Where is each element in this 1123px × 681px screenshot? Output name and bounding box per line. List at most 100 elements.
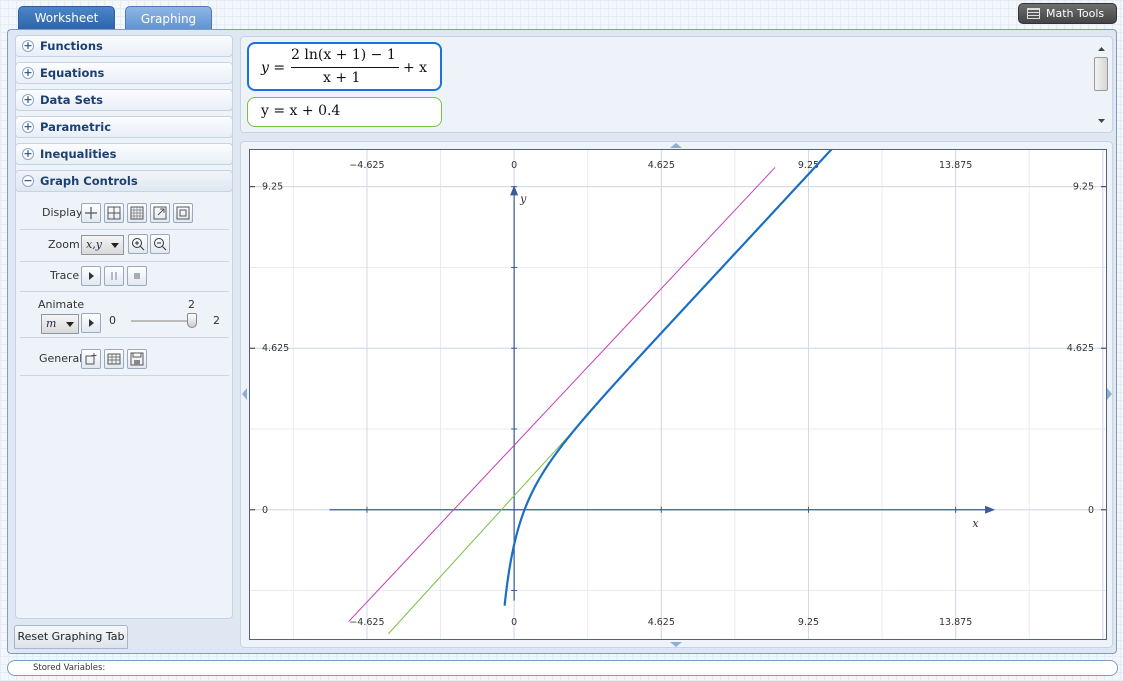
y-tick-label-right: 0 bbox=[1088, 505, 1094, 516]
display-fit-button[interactable] bbox=[173, 203, 193, 223]
section-label: Inequalities bbox=[40, 147, 117, 161]
display-grid-button[interactable] bbox=[104, 203, 124, 223]
fit-window-icon bbox=[176, 206, 190, 220]
x-axis-label: x bbox=[972, 517, 979, 530]
collapse-left-icon[interactable] bbox=[241, 387, 248, 401]
y-axis-label: y bbox=[519, 192, 527, 205]
animate-variable-value: m bbox=[46, 317, 57, 330]
sidebar-section-equations[interactable]: + Equations bbox=[15, 62, 233, 84]
formula-scrollbar[interactable] bbox=[1094, 40, 1109, 128]
graph-canvas[interactable]: x y −4.625 −4.625 0 0 4.625 4.625 9.25 9.25 13.875… bbox=[249, 137, 1107, 640]
trace-play-button[interactable] bbox=[81, 266, 101, 286]
zoom-out-button[interactable] bbox=[150, 234, 170, 254]
save-icon bbox=[130, 352, 144, 366]
display-fine-grid-button[interactable] bbox=[127, 203, 147, 223]
play-icon bbox=[89, 272, 94, 280]
play-icon bbox=[89, 319, 94, 327]
table-icon bbox=[107, 353, 121, 365]
section-label: Equations bbox=[40, 66, 105, 80]
stored-variables-bar[interactable]: Stored Variables: bbox=[7, 660, 1118, 676]
formula-tail: + x bbox=[403, 60, 428, 76]
zoom-in-button[interactable] bbox=[128, 234, 148, 254]
x-tick-label-top: −4.625 bbox=[349, 160, 384, 171]
animate-variable-dropdown[interactable]: m bbox=[41, 314, 79, 334]
section-label: Data Sets bbox=[40, 93, 103, 107]
x-tick-label-top: 0 bbox=[511, 160, 517, 171]
formula-text: y = x + 0.4 bbox=[261, 103, 341, 119]
tab-worksheet[interactable]: Worksheet bbox=[18, 6, 115, 30]
trace-stop-button[interactable] bbox=[127, 266, 147, 286]
sidebar-section-functions[interactable]: + Functions bbox=[15, 35, 233, 57]
general-new-button[interactable] bbox=[81, 349, 101, 369]
fine-grid-icon bbox=[130, 206, 144, 220]
animate-current-value: 2 bbox=[213, 314, 220, 327]
animate-slider-thumb[interactable] bbox=[187, 313, 197, 328]
sidebar-section-data-sets[interactable]: + Data Sets bbox=[15, 89, 233, 111]
reset-graphing-tab-button[interactable]: Reset Graphing Tab bbox=[14, 625, 128, 649]
formula-input-1[interactable]: y = 2 ln(x + 1) − 1 x + 1 + x bbox=[247, 42, 442, 91]
collapse-right-icon[interactable] bbox=[1106, 387, 1113, 401]
general-save-button[interactable] bbox=[127, 349, 147, 369]
zoom-axis-dropdown[interactable]: x,y bbox=[81, 235, 124, 255]
x-tick-label-bottom: −4.625 bbox=[349, 617, 384, 628]
collapse-up-icon[interactable] bbox=[669, 142, 683, 149]
series-line-green bbox=[388, 434, 571, 635]
series-curve-blue bbox=[503, 137, 843, 606]
y-tick-label-right: 4.625 bbox=[1067, 343, 1094, 354]
general-table-button[interactable] bbox=[104, 349, 124, 369]
sidebar-section-parametric[interactable]: + Parametric bbox=[15, 116, 233, 138]
zoom-out-icon bbox=[154, 238, 167, 251]
x-tick-label-bottom: 0 bbox=[511, 617, 517, 628]
chevron-down-icon bbox=[111, 243, 119, 248]
y-tick-label-left: 4.625 bbox=[262, 343, 289, 354]
animate-min-value: 0 bbox=[109, 314, 116, 327]
expand-plus-icon: + bbox=[22, 93, 34, 106]
display-axes-button[interactable] bbox=[81, 203, 101, 223]
expand-plus-icon: + bbox=[22, 120, 34, 133]
y-tick-label-right: 9.25 bbox=[1073, 182, 1094, 193]
expand-plus-icon: + bbox=[22, 39, 34, 52]
zoom-axis-value: x,y bbox=[86, 238, 102, 251]
formula-numerator: 2 ln(x + 1) − 1 bbox=[291, 47, 396, 63]
animate-max-value: 2 bbox=[188, 298, 195, 311]
formula-input-2[interactable]: y = x + 0.4 bbox=[247, 97, 442, 127]
animate-play-button[interactable] bbox=[81, 313, 101, 333]
animate-slider-track[interactable] bbox=[131, 320, 193, 322]
y-tick-label-left: 9.25 bbox=[262, 182, 283, 193]
animate-label: Animate bbox=[38, 298, 85, 311]
zoom-label: Zoom bbox=[48, 238, 80, 251]
x-tick-label-bottom: 13.875 bbox=[939, 617, 972, 628]
formula-denominator: x + 1 bbox=[323, 70, 361, 86]
x-tick-label-bottom: 4.625 bbox=[648, 617, 675, 628]
x-tick-label-top: 4.625 bbox=[648, 160, 675, 171]
stored-variables-label: Stored Variables: bbox=[33, 663, 106, 673]
series-line-magenta bbox=[348, 167, 776, 622]
x-tick-label-top: 13.875 bbox=[939, 160, 972, 171]
list-icon bbox=[1027, 8, 1040, 19]
sidebar-section-graph-controls[interactable]: − Graph Controls bbox=[15, 170, 233, 192]
x-tick-label-bottom: 9.25 bbox=[798, 617, 819, 628]
section-label: Parametric bbox=[40, 120, 112, 134]
pause-icon bbox=[111, 272, 117, 280]
axes-icon bbox=[85, 207, 97, 219]
display-label: Display bbox=[42, 206, 83, 219]
general-label: General bbox=[39, 352, 83, 365]
expand-plus-icon: + bbox=[22, 147, 34, 160]
sidebar-section-inequalities[interactable]: + Inequalities bbox=[15, 143, 233, 165]
grid-icon bbox=[107, 206, 121, 220]
collapse-minus-icon: − bbox=[22, 174, 34, 187]
display-expand-button[interactable] bbox=[150, 203, 170, 223]
trace-pause-button[interactable] bbox=[104, 266, 124, 286]
graph-plot[interactable]: x y −4.625 −4.625 0 0 4.625 4.625 9.25 9.25 13.875… bbox=[250, 137, 1106, 639]
math-tools-button[interactable]: Math Tools bbox=[1018, 3, 1117, 24]
stop-icon bbox=[134, 273, 140, 279]
expand-plus-icon: + bbox=[22, 66, 34, 79]
scroll-thumb[interactable] bbox=[1094, 57, 1108, 91]
add-object-icon bbox=[85, 353, 97, 365]
expand-icon bbox=[153, 206, 167, 220]
x-axis-arrow bbox=[985, 505, 996, 514]
zoom-in-icon bbox=[132, 238, 145, 251]
collapse-down-icon[interactable] bbox=[669, 641, 683, 648]
y-tick-label-left: 0 bbox=[262, 505, 268, 516]
formula-lhs: y = bbox=[261, 60, 286, 76]
